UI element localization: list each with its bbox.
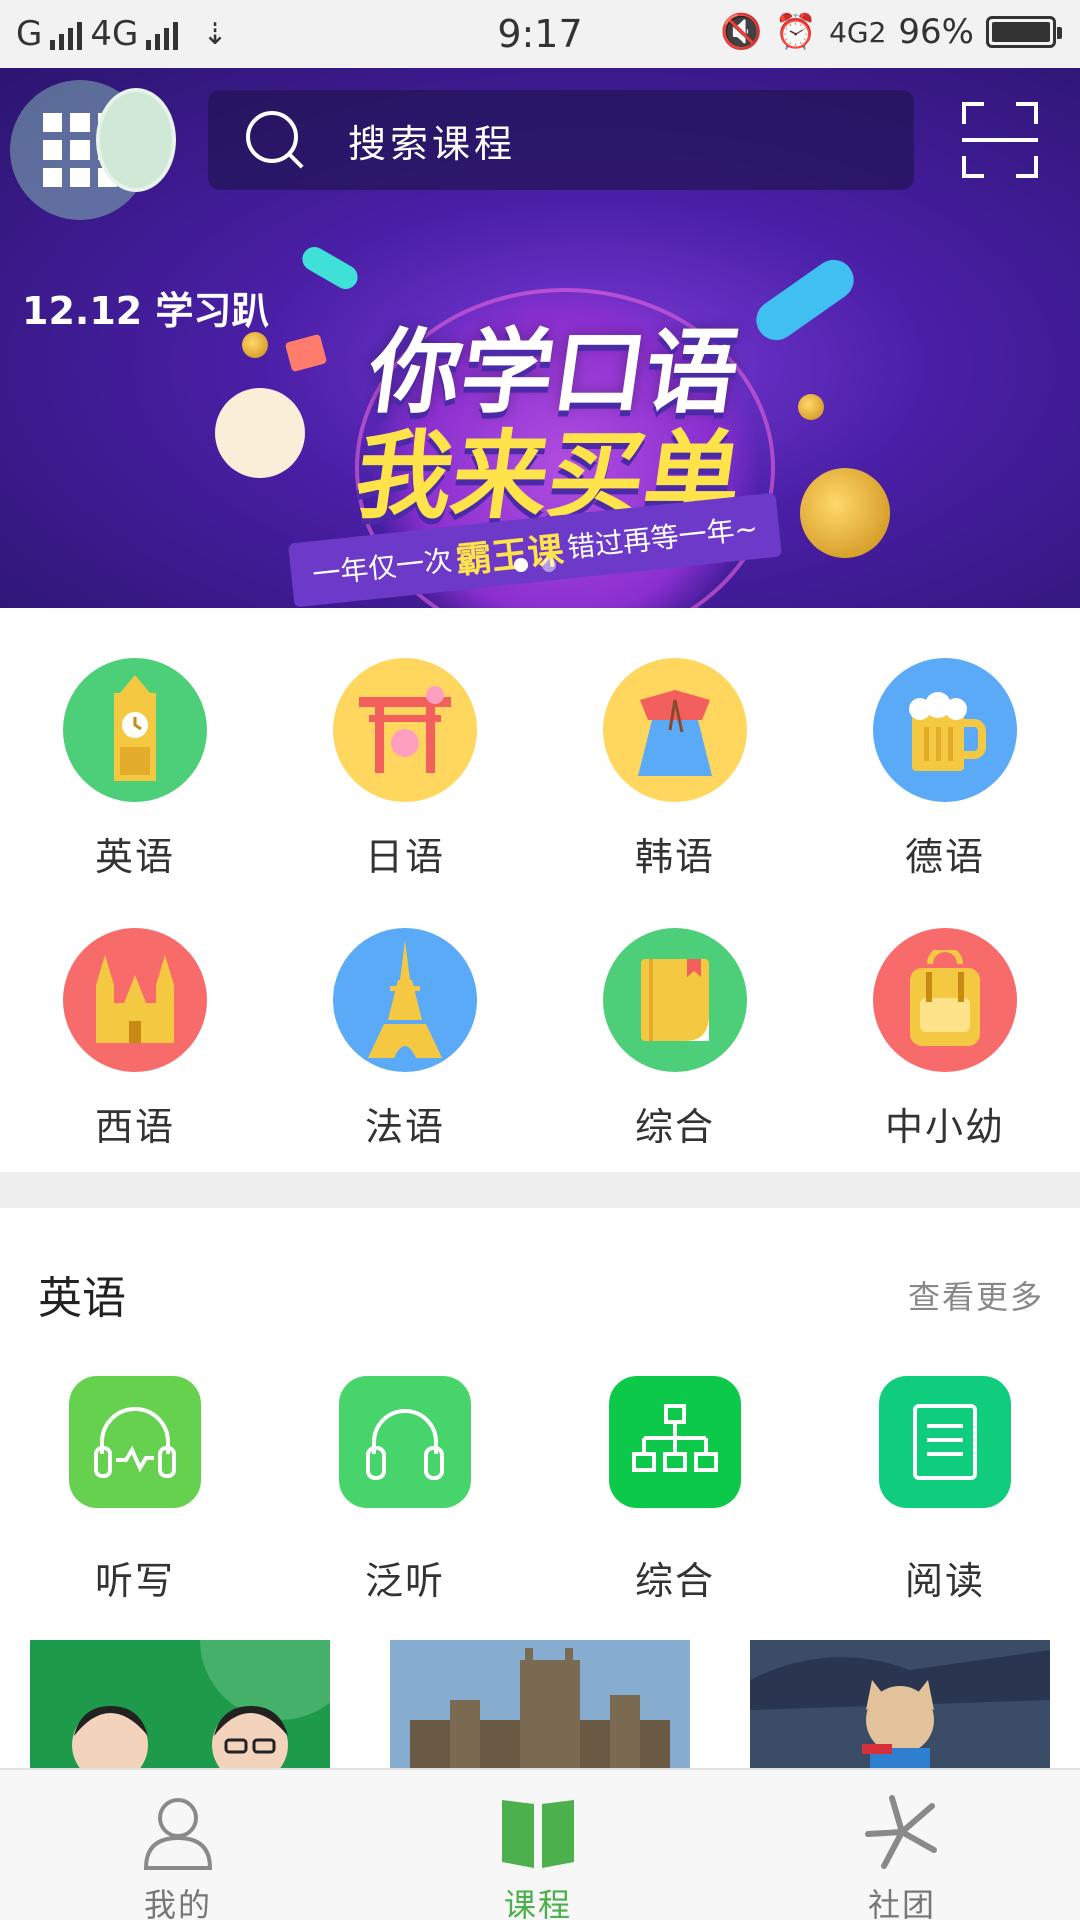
ribbon-prefix: 一年仅一次 [310, 543, 454, 592]
battery-label: 96% [898, 12, 974, 52]
course-thumbnail-castle[interactable] [390, 1640, 690, 1770]
avatar[interactable] [96, 88, 176, 192]
hanbok-icon [603, 658, 747, 802]
category-german[interactable]: 德语 [845, 658, 1045, 881]
course-thumbnail-cat[interactable] [750, 1640, 1050, 1770]
document-icon [879, 1376, 1011, 1508]
confetti-decoration [298, 242, 362, 294]
category-label: 英语 [94, 835, 175, 879]
confetti-decoration [748, 252, 862, 348]
carousel-dot-active [514, 558, 528, 572]
community-icon [862, 1794, 942, 1870]
tab-community[interactable]: 社团 [812, 1794, 992, 1920]
beer-mug-icon [873, 658, 1017, 802]
banner-carousel[interactable]: 12.12 学习趴 你学口语 我来买单 一年仅一次 霸王课 错过再等一年~ 搜索… [0, 68, 1080, 608]
person-icon [138, 1794, 218, 1870]
backpack-icon [873, 928, 1017, 1072]
category-english[interactable]: 英语 [35, 658, 235, 881]
category-french[interactable]: 法语 [305, 928, 505, 1151]
headphones-icon [339, 1376, 471, 1508]
coin-decoration [798, 394, 824, 420]
category-kids[interactable]: 中小幼 [845, 928, 1045, 1151]
category-label: 韩语 [634, 835, 715, 879]
clock-tower-icon [63, 658, 207, 802]
category-japanese[interactable]: 日语 [305, 658, 505, 881]
subcategory-label: 综合 [634, 1559, 715, 1603]
subcategory-label: 泛听 [364, 1559, 445, 1603]
subcategory-extensive-listening[interactable]: 泛听 [305, 1376, 505, 1605]
coin-decoration [242, 332, 268, 358]
category-general[interactable]: 综合 [575, 928, 775, 1151]
coin-decoration [800, 468, 890, 558]
category-label: 法语 [364, 1105, 445, 1149]
view-more-link[interactable]: 查看更多 [908, 1272, 1044, 1318]
course-thumbnails [0, 1640, 1080, 1770]
cat-mascot-image [215, 388, 305, 478]
bottom-tab-bar: 我的 课程 社团 [0, 1768, 1080, 1920]
ribbon-highlight: 霸王课 [453, 530, 566, 583]
status-bar: G 4G ⇣ 9:17 🔇 ⏰ 4G2 96% [0, 0, 1080, 68]
cathedral-icon [63, 928, 207, 1072]
category-korean[interactable]: 韩语 [575, 658, 775, 881]
tab-label: 社团 [867, 1886, 936, 1920]
subcategory-label: 听写 [94, 1559, 175, 1603]
section-divider [0, 1172, 1080, 1208]
banner-tag: 12.12 学习趴 [22, 289, 270, 333]
mute-icon: 🔇 [720, 12, 763, 52]
section-title: 英语 [38, 1273, 126, 1324]
language-categories: 英语 日语 韩语 德语 西语 法语 综合 中小幼 [0, 608, 1080, 1172]
search-icon [246, 111, 304, 169]
headphones-wave-icon [69, 1376, 201, 1508]
alarm-icon: ⏰ [774, 12, 818, 52]
category-label: 综合 [634, 1105, 715, 1149]
torii-gate-icon [333, 658, 477, 802]
tab-mine[interactable]: 我的 [88, 1794, 268, 1920]
status-right: 🔇 ⏰ 4G2 96% [720, 12, 1062, 52]
network-label: 4G2 [829, 15, 887, 49]
scan-icon [962, 138, 1038, 142]
tab-courses[interactable]: 课程 [448, 1794, 628, 1920]
subcategory-reading[interactable]: 阅读 [845, 1376, 1045, 1605]
category-label: 日语 [364, 835, 445, 879]
subcategory-general[interactable]: 综合 [575, 1376, 775, 1605]
hierarchy-icon [609, 1376, 741, 1508]
eiffel-tower-icon [333, 928, 477, 1072]
book-icon [603, 928, 747, 1072]
category-label: 西语 [94, 1105, 175, 1149]
subcategory-dictation[interactable]: 听写 [35, 1376, 235, 1605]
course-thumbnail-teachers[interactable] [30, 1640, 330, 1770]
tab-label: 课程 [503, 1886, 572, 1920]
carousel-dot [542, 558, 556, 572]
category-label: 中小幼 [884, 1105, 1005, 1149]
category-spanish[interactable]: 西语 [35, 928, 235, 1151]
tab-label: 我的 [143, 1886, 212, 1920]
category-label: 德语 [904, 835, 985, 879]
ribbon-suffix: 错过再等一年~ [565, 511, 760, 565]
subcategory-label: 阅读 [904, 1559, 985, 1603]
search-bar[interactable]: 搜索课程 [208, 90, 914, 190]
open-book-icon [498, 1794, 578, 1870]
scan-button[interactable] [962, 102, 1038, 178]
search-placeholder: 搜索课程 [348, 121, 517, 166]
carousel-indicator [514, 558, 556, 572]
battery-icon [986, 16, 1062, 48]
confetti-decoration [284, 333, 328, 373]
